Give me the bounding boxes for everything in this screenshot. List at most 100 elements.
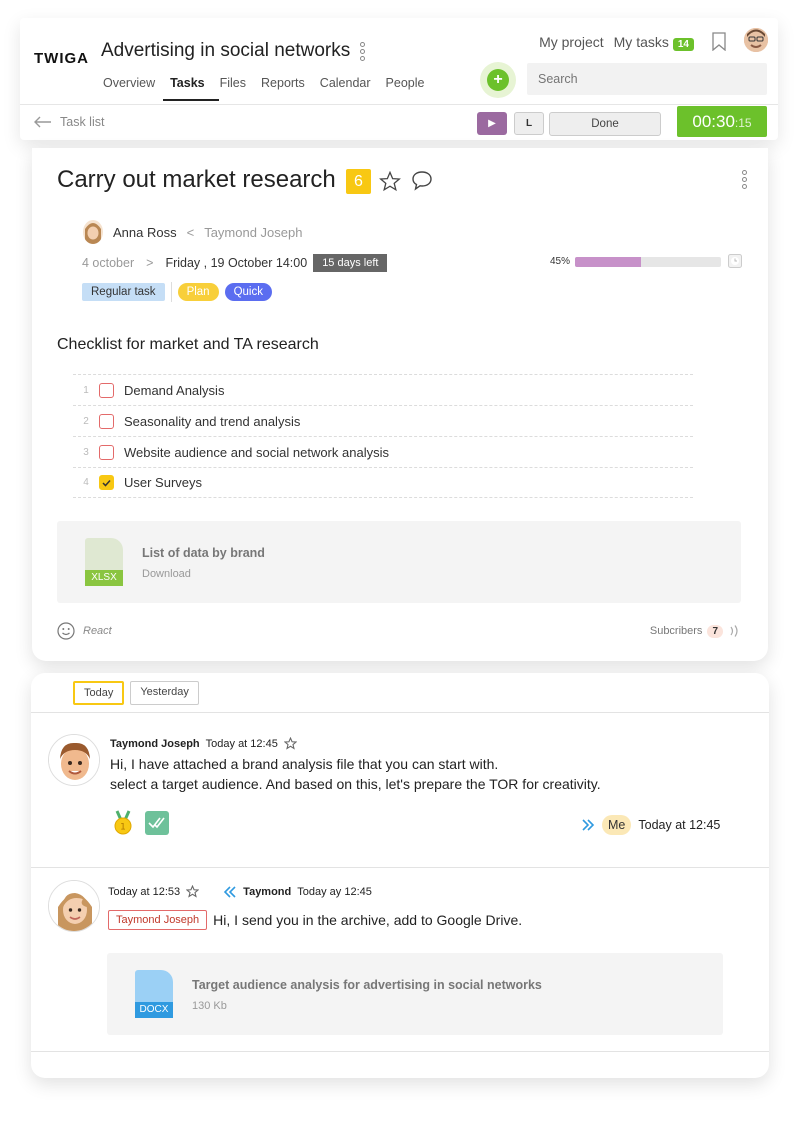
done-button[interactable]: Done bbox=[549, 112, 661, 136]
react-button[interactable]: React bbox=[57, 622, 112, 640]
author-name[interactable]: Taymond Joseph bbox=[110, 738, 200, 750]
attachment[interactable]: DOCX Target audience analysis for advert… bbox=[107, 953, 723, 1035]
my-project-link[interactable]: My project bbox=[539, 34, 604, 50]
smile-icon bbox=[57, 622, 75, 640]
subscribers-label: Subcribers bbox=[649, 625, 703, 637]
back-to-task-list[interactable]: Task list bbox=[34, 115, 104, 129]
assign-arrow: < bbox=[186, 224, 195, 240]
l-button[interactable]: L bbox=[514, 112, 544, 135]
docx-file-icon: DOCX bbox=[135, 970, 173, 1018]
message-meta: Taymond Joseph Today at 12:45 bbox=[110, 737, 297, 750]
broadcast-icon bbox=[730, 625, 738, 637]
message-line-1: Hi, I have attached a brand analysis fil… bbox=[110, 756, 499, 772]
progress-bar bbox=[575, 256, 722, 267]
item-number: 2 bbox=[83, 415, 89, 427]
svg-text:1: 1 bbox=[120, 823, 126, 833]
timer[interactable]: 00:30:15 bbox=[677, 106, 767, 137]
file-type: DOCX bbox=[135, 1002, 173, 1018]
creator-name[interactable]: Taymond Joseph bbox=[204, 225, 302, 240]
top-header: TWIGA Advertising in social networks Ove… bbox=[20, 18, 778, 140]
task-title: Carry out market research bbox=[57, 166, 336, 193]
tag-plan[interactable]: Plan bbox=[177, 283, 219, 301]
item-number: 4 bbox=[83, 477, 89, 488]
back-arrow-icon bbox=[34, 116, 51, 128]
tag-separator bbox=[170, 282, 172, 302]
star-icon[interactable] bbox=[186, 885, 200, 898]
attachment-name[interactable]: Target audience analysis for advertising… bbox=[192, 978, 542, 992]
task-dates: 4 october > Friday , 19 October 14:00 15… bbox=[82, 254, 388, 272]
user-avatar[interactable] bbox=[744, 28, 768, 52]
task-number-badge: 6 bbox=[346, 169, 371, 194]
tab-files[interactable]: Files bbox=[220, 76, 255, 99]
tab-calendar[interactable]: Calendar bbox=[320, 76, 380, 99]
project-menu-icon[interactable] bbox=[360, 42, 366, 63]
timer-main: 00:30 bbox=[692, 112, 735, 131]
file-type: XLSX bbox=[85, 570, 123, 586]
progress-fill bbox=[575, 256, 641, 267]
medal-icon[interactable]: 1 bbox=[111, 810, 135, 836]
divider bbox=[31, 1051, 769, 1052]
checkbox[interactable] bbox=[99, 382, 114, 398]
checkbox[interactable] bbox=[99, 413, 114, 429]
tab-yesterday[interactable]: Yesterday bbox=[130, 681, 199, 705]
quoted-time: Today ay 12:45 bbox=[297, 885, 372, 898]
item-number: 1 bbox=[83, 384, 89, 396]
tag-quick[interactable]: Quick bbox=[224, 283, 272, 301]
read-check-icon[interactable] bbox=[145, 811, 169, 835]
attachment-name[interactable]: List of data by brand bbox=[142, 546, 265, 560]
message-text: Hi, I send you in the archive, add to Go… bbox=[213, 912, 523, 928]
tab-people[interactable]: People bbox=[386, 76, 434, 99]
due-date[interactable]: Friday , 19 October 14:00 bbox=[165, 256, 307, 270]
tag-regular-task[interactable]: Regular task bbox=[82, 283, 165, 301]
mention-tag[interactable]: Taymond Joseph bbox=[108, 910, 208, 930]
assignee-name[interactable]: Anna Ross bbox=[113, 225, 177, 240]
download-link[interactable]: Download bbox=[142, 568, 191, 580]
message-time: Today at 12:53 bbox=[108, 885, 181, 898]
message-body: Taymond Joseph Hi, I send you in the arc… bbox=[108, 910, 522, 930]
checklist-item[interactable]: 4 User Surveys bbox=[73, 467, 693, 498]
reply-info: Me Today at 12:45 bbox=[581, 815, 720, 835]
checklist-item[interactable]: 3 Website audience and social network an… bbox=[73, 436, 693, 467]
tab-tasks[interactable]: Tasks bbox=[163, 76, 219, 101]
chat-card: Today Yesterday Taymond Joseph Today at … bbox=[31, 673, 769, 1078]
checkbox[interactable] bbox=[99, 444, 114, 460]
play-button[interactable]: ▶ bbox=[477, 112, 507, 135]
project-tabs: Overview Tasks Files Reports Calendar Pe… bbox=[103, 76, 439, 101]
checklist-item[interactable]: 1 Demand Analysis bbox=[73, 374, 693, 405]
author-avatar[interactable] bbox=[48, 734, 100, 786]
top-links: My project My tasks 14 bbox=[539, 34, 694, 51]
message-time: Today at 12:45 bbox=[205, 737, 278, 750]
checkbox-checked[interactable] bbox=[99, 475, 114, 490]
search-input[interactable] bbox=[527, 63, 767, 95]
star-icon[interactable] bbox=[379, 171, 401, 192]
star-icon[interactable] bbox=[283, 737, 297, 750]
start-date[interactable]: 4 october bbox=[82, 256, 134, 270]
item-number: 3 bbox=[83, 446, 89, 458]
reply-time: Today at 12:45 bbox=[638, 818, 721, 832]
attachment[interactable]: XLSX List of data by brand Download bbox=[57, 521, 741, 603]
task-progress[interactable]: 45% bbox=[550, 256, 722, 267]
bookmark-icon[interactable] bbox=[712, 32, 726, 51]
task-card: Carry out market research 6 Anna Ross < … bbox=[32, 148, 768, 661]
message-meta: Today at 12:53 Taymond Today ay 12:45 bbox=[108, 885, 372, 898]
my-tasks-label: My tasks bbox=[613, 34, 669, 50]
tab-reports[interactable]: Reports bbox=[261, 76, 314, 99]
author-avatar[interactable] bbox=[48, 880, 100, 932]
app-logo: TWIGA bbox=[34, 50, 89, 67]
file-size: 130 Kb bbox=[192, 1000, 227, 1012]
timer-seconds: :15 bbox=[734, 116, 752, 130]
tab-today[interactable]: Today bbox=[73, 681, 125, 705]
me-badge[interactable]: Me bbox=[602, 815, 632, 835]
my-tasks-link[interactable]: My tasks 14 bbox=[613, 34, 694, 51]
quoted-author[interactable]: Taymond bbox=[243, 886, 291, 898]
tab-overview[interactable]: Overview bbox=[103, 76, 164, 99]
item-label: Website audience and social network anal… bbox=[124, 444, 389, 460]
progress-label: 45% bbox=[550, 256, 571, 267]
message-text: Hi, I have attached a brand analysis fil… bbox=[110, 754, 601, 794]
add-button[interactable]: + bbox=[480, 62, 516, 98]
task-menu-icon[interactable] bbox=[742, 170, 748, 191]
comment-icon[interactable] bbox=[411, 170, 433, 191]
checklist-item[interactable]: 2 Seasonality and trend analysis bbox=[73, 405, 693, 436]
subscribers[interactable]: Subcribers 7 bbox=[650, 624, 742, 638]
clock-icon[interactable] bbox=[728, 254, 742, 268]
